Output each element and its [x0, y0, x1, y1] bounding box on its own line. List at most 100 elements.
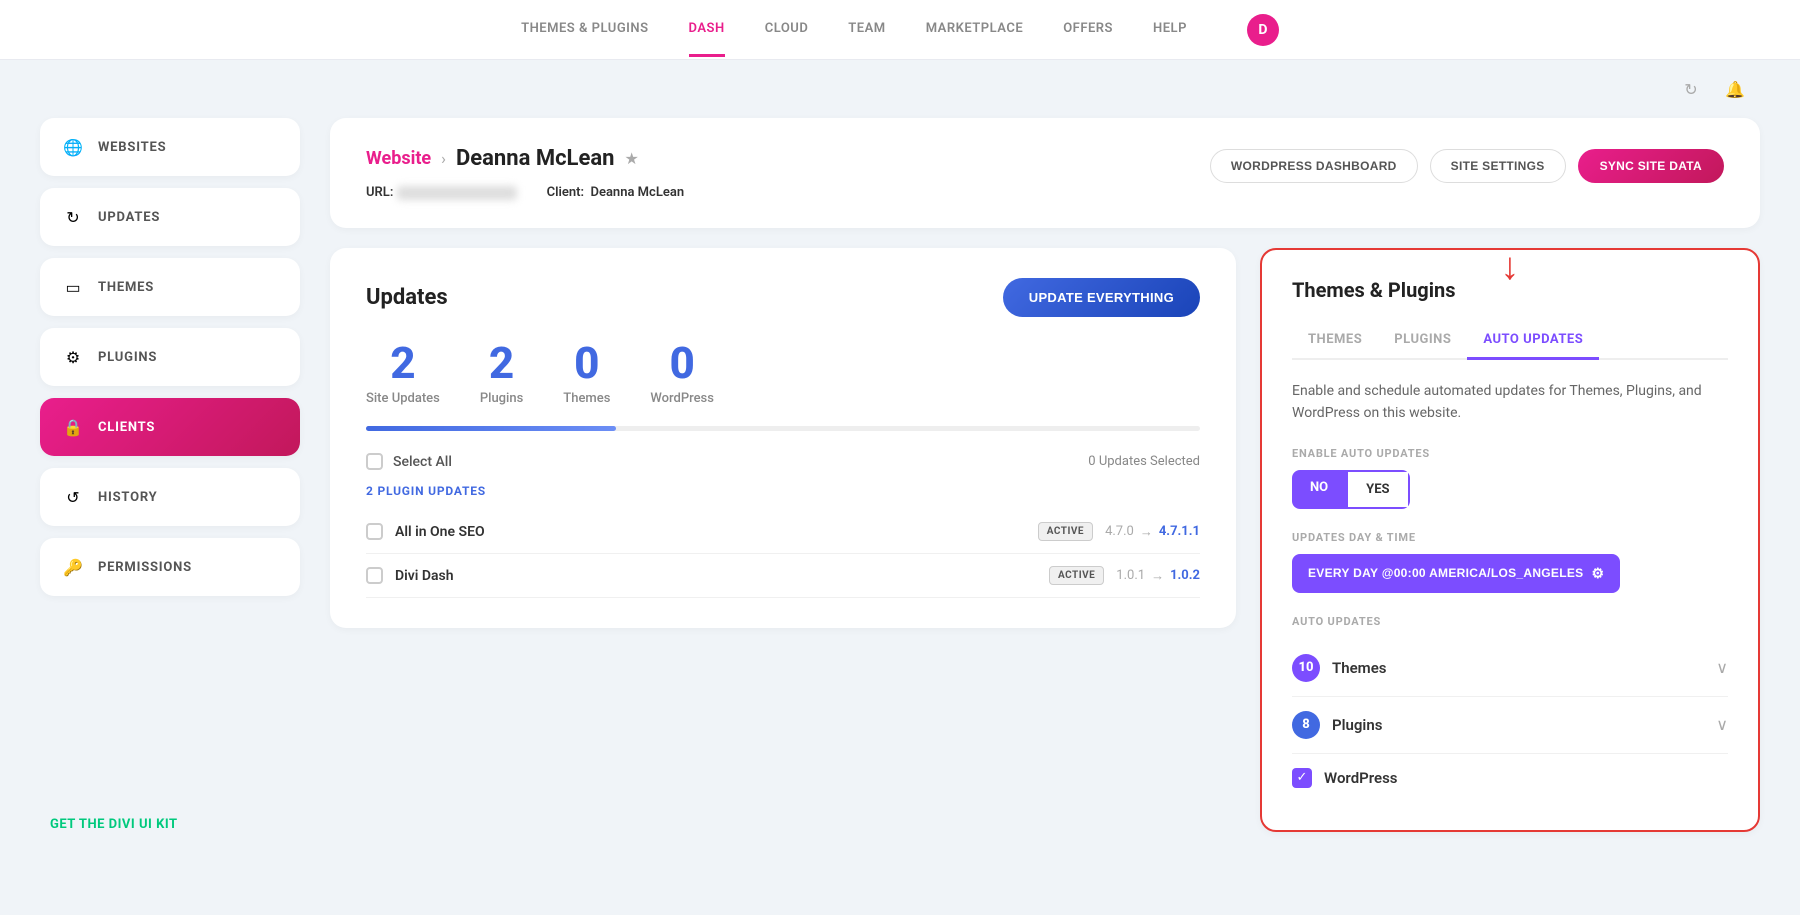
- plugins-chevron-icon[interactable]: ∨: [1716, 715, 1728, 734]
- wordpress-dashboard-button[interactable]: WORDPRESS DASHBOARD: [1210, 149, 1418, 183]
- updates-header: Updates UPDATE EVERYTHING: [366, 278, 1200, 317]
- select-all-label[interactable]: Select All: [393, 454, 452, 470]
- header-meta: URL: Client: Deanna McLean: [366, 185, 1724, 200]
- stats-row: 2 Site Updates 2 Plugins 0 Themes 0 Word…: [366, 341, 1200, 406]
- auto-update-row-plugins: 8 Plugins ∨: [1292, 697, 1728, 754]
- auto-update-row-themes: 10 Themes ∨: [1292, 640, 1728, 697]
- sidebar-item-websites[interactable]: 🌐 WEBSITES: [40, 118, 300, 176]
- plugins-icon: ⚙: [62, 346, 84, 368]
- url-value-blurred: [397, 186, 517, 200]
- version-from-allinone: 4.7.0: [1105, 524, 1134, 539]
- plugins-auto-update-name: Plugins: [1332, 716, 1382, 734]
- select-all-row: Select All 0 Updates Selected: [366, 453, 1200, 470]
- toggle-no-button[interactable]: NO: [1292, 470, 1346, 509]
- site-settings-button[interactable]: SITE SETTINGS: [1430, 149, 1566, 183]
- schedule-label: UPDATES DAY & TIME: [1292, 531, 1728, 544]
- down-arrow-indicator: ↓: [1501, 248, 1520, 286]
- plugin-checkbox-dividash[interactable]: [366, 567, 383, 584]
- main-layout: 🌐 WEBSITES ↻ UPDATES ▭ THEMES ⚙ PLUGINS …: [0, 118, 1800, 872]
- progress-bar: [366, 426, 1200, 431]
- sync-site-data-button[interactable]: SYNC SITE DATA: [1578, 149, 1724, 183]
- client-value: Deanna McLean: [590, 185, 684, 200]
- plugin-updates-label: 2 PLUGIN UPDATES: [366, 484, 1200, 498]
- updates-panel-row: Updates UPDATE EVERYTHING 2 Site Updates…: [330, 248, 1760, 832]
- update-everything-button[interactable]: UPDATE EVERYTHING: [1003, 278, 1200, 317]
- auto-updates-toggle: NO YES: [1292, 470, 1410, 509]
- user-avatar[interactable]: D: [1247, 14, 1279, 46]
- nav-item-offers[interactable]: OFFERS: [1063, 3, 1113, 57]
- panel-tabs: THEMES PLUGINS AUTO UPDATES: [1292, 322, 1728, 360]
- sidebar-label-websites: WEBSITES: [98, 140, 166, 155]
- sidebar-label-themes: THEMES: [98, 280, 154, 295]
- sidebar-label-clients: CLIENTS: [98, 420, 155, 435]
- nav-item-help[interactable]: HELP: [1153, 3, 1187, 57]
- themes-plugins-panel: ↓ Themes & Plugins THEMES PLUGINS AUTO U…: [1260, 248, 1760, 832]
- nav-item-themes-plugins[interactable]: THEMES & PLUGINS: [521, 3, 648, 57]
- plugin-checkbox-allinone[interactable]: [366, 523, 383, 540]
- breadcrumb-website[interactable]: Website: [366, 148, 431, 169]
- toggle-yes-button[interactable]: YES: [1346, 470, 1409, 509]
- sidebar-item-updates[interactable]: ↻ UPDATES: [40, 188, 300, 246]
- stat-label-wordpress: WordPress: [650, 391, 714, 406]
- wordpress-checkbox[interactable]: ✓: [1292, 768, 1312, 788]
- updates-title: Updates: [366, 285, 448, 310]
- breadcrumb-site-name: Deanna McLean: [456, 146, 614, 171]
- nav-item-marketplace[interactable]: MARKETPLACE: [926, 3, 1024, 57]
- sidebar-item-clients[interactable]: 🔒 CLIENTS: [40, 398, 300, 456]
- sidebar-item-themes[interactable]: ▭ THEMES: [40, 258, 300, 316]
- get-divi-kit-link[interactable]: GET THE DIVI UI KIT: [50, 817, 290, 832]
- history-icon: ↺: [62, 486, 84, 508]
- wordpress-auto-update-name: WordPress: [1324, 769, 1398, 787]
- themes-chevron-icon[interactable]: ∨: [1716, 658, 1728, 677]
- auto-updates-field-label: AUTO UPDATES: [1292, 615, 1728, 628]
- version-arrow-allinone: →: [1140, 524, 1153, 540]
- stat-label-plugins: Plugins: [480, 391, 523, 406]
- top-nav: THEMES & PLUGINS DASH CLOUD TEAM MARKETP…: [0, 0, 1800, 60]
- client-field: Client: Deanna McLean: [547, 185, 684, 200]
- version-info-dividash: 1.0.1 → 1.0.2: [1116, 568, 1200, 584]
- breadcrumb: Website › Deanna McLean ★: [366, 146, 639, 171]
- url-label: URL:: [366, 185, 393, 200]
- updates-card: Updates UPDATE EVERYTHING 2 Site Updates…: [330, 248, 1236, 628]
- tab-auto-updates[interactable]: AUTO UPDATES: [1467, 322, 1599, 360]
- sidebar-item-permissions[interactable]: 🔑 PERMISSIONS: [40, 538, 300, 596]
- sidebar-item-history[interactable]: ↺ HISTORY: [40, 468, 300, 526]
- url-field: URL:: [366, 185, 517, 200]
- stat-number-site-updates: 2: [390, 341, 415, 385]
- nav-item-dash[interactable]: DASH: [689, 3, 725, 57]
- tab-themes[interactable]: THEMES: [1292, 322, 1378, 360]
- favorite-star-icon[interactable]: ★: [624, 149, 638, 168]
- version-to-dividash: 1.0.2: [1170, 568, 1200, 583]
- header-card: Website › Deanna McLean ★ WORDPRESS DASH…: [330, 118, 1760, 228]
- permissions-icon: 🔑: [62, 556, 84, 578]
- stat-label-themes: Themes: [563, 391, 610, 406]
- sidebar-spacer: [40, 608, 300, 785]
- notifications-icon[interactable]: 🔔: [1720, 74, 1750, 104]
- nav-item-cloud[interactable]: CLOUD: [765, 3, 809, 57]
- wordpress-auto-update-row: ✓ WordPress: [1292, 754, 1728, 802]
- sidebar-item-plugins[interactable]: ⚙ PLUGINS: [40, 328, 300, 386]
- plugin-badge-allinone: ACTIVE: [1038, 522, 1093, 541]
- auto-update-left-plugins: 8 Plugins: [1292, 711, 1382, 739]
- top-icons-row: ↻ 🔔: [0, 60, 1800, 118]
- nav-items: THEMES & PLUGINS DASH CLOUD TEAM MARKETP…: [521, 3, 1279, 57]
- sidebar-label-history: HISTORY: [98, 490, 158, 505]
- plugins-count-badge: 8: [1292, 711, 1320, 739]
- select-all-checkbox[interactable]: [366, 453, 383, 470]
- tab-plugins[interactable]: PLUGINS: [1378, 322, 1467, 360]
- nav-item-team[interactable]: TEAM: [848, 3, 885, 57]
- header-actions: WORDPRESS DASHBOARD SITE SETTINGS SYNC S…: [1210, 149, 1724, 183]
- plugin-badge-dividash: ACTIVE: [1049, 566, 1104, 585]
- header-top-row: Website › Deanna McLean ★ WORDPRESS DASH…: [366, 146, 1724, 185]
- themes-auto-update-name: Themes: [1332, 659, 1386, 677]
- plugin-name-allinone: All in One SEO: [395, 524, 1026, 540]
- plugin-row-dividash: Divi Dash ACTIVE 1.0.1 → 1.0.2: [366, 554, 1200, 598]
- auto-updates-section: AUTO UPDATES 10 Themes ∨ 8 Plugins: [1292, 615, 1728, 802]
- panel-description: Enable and schedule automated updates fo…: [1292, 380, 1728, 425]
- refresh-icon[interactable]: ↻: [1676, 74, 1706, 104]
- sidebar-label-plugins: PLUGINS: [98, 350, 157, 365]
- stat-themes: 0 Themes: [563, 341, 610, 406]
- websites-icon: 🌐: [62, 136, 84, 158]
- content-area: Website › Deanna McLean ★ WORDPRESS DASH…: [330, 118, 1760, 832]
- schedule-button[interactable]: EVERY DAY @00:00 AMERICA/LOS_ANGELES ⚙: [1292, 554, 1620, 593]
